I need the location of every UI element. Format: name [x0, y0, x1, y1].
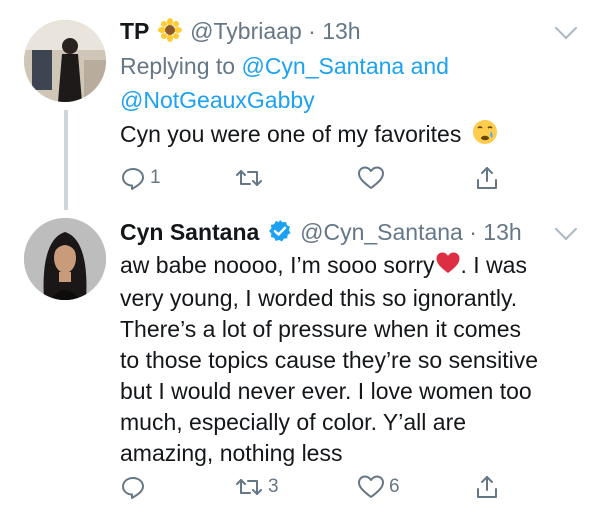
text-line: to those topics cause they’re so sensiti… — [120, 346, 539, 373]
retweet-icon — [234, 165, 264, 191]
retweet-icon — [234, 474, 264, 500]
tweet-tp[interactable]: TP @Tybriaap · 13h Replying to @Cyn_Sant… — [0, 0, 595, 210]
like-button[interactable]: 6 — [357, 472, 400, 502]
reply-icon — [120, 165, 146, 191]
tweet-header: Cyn Santana @Cyn_Santana · 13h — [120, 219, 522, 249]
display-name[interactable]: TP — [120, 18, 149, 44]
timestamp[interactable]: · 13h — [308, 18, 360, 44]
retweet-button[interactable] — [234, 163, 268, 193]
text-line: but I would never ever. I love women too — [120, 377, 532, 404]
tweet-header: TP @Tybriaap · 13h — [120, 18, 361, 48]
replying-to-label: Replying to — [120, 53, 236, 79]
text-line: aw babe noooo, I’m sooo sorry. I was — [120, 250, 538, 283]
like-button[interactable] — [357, 163, 389, 193]
text-line: There’s a lot of pressure when it comes — [120, 315, 521, 342]
tweet-text-content: Cyn you were one of my favorites — [120, 121, 462, 148]
share-icon — [474, 474, 500, 500]
mention-link[interactable]: @Cyn_Santana — [241, 53, 404, 79]
reply-icon — [120, 474, 146, 500]
share-icon — [474, 165, 500, 191]
avatar-tp[interactable] — [24, 20, 106, 102]
tweet-cyn-santana[interactable]: Cyn Santana @Cyn_Santana · 13h aw babe n… — [0, 205, 595, 514]
reply-button[interactable] — [120, 472, 150, 502]
mention-link[interactable]: @NotGeauxGabby — [120, 87, 315, 113]
text-line: very young, I worded this so ignorantly. — [120, 284, 518, 311]
tweet-text: Cyn you were one of my favorites — [120, 119, 498, 153]
chevron-down-icon[interactable] — [554, 16, 578, 40]
display-name[interactable]: Cyn Santana — [120, 219, 259, 245]
crying-emoji — [472, 119, 498, 153]
share-button[interactable] — [474, 163, 500, 193]
replying-and: and — [410, 53, 449, 79]
user-handle[interactable]: @Tybriaap — [190, 18, 302, 44]
thread-connector-line — [64, 110, 68, 210]
text-line: amazing, nothing less — [120, 439, 343, 466]
like-count: 6 — [389, 476, 400, 497]
red-heart-emoji — [435, 251, 461, 283]
reply-button[interactable]: 1 — [120, 163, 161, 193]
reply-count: 1 — [150, 167, 161, 188]
sunflower-emoji — [157, 18, 182, 48]
tweet-actions: 3 6 — [120, 472, 520, 502]
text-line: much, especially of color. Y’all are — [120, 408, 467, 435]
avatar-cyn-santana[interactable] — [24, 218, 106, 300]
share-button[interactable] — [474, 472, 500, 502]
timestamp[interactable]: · 13h — [469, 219, 521, 245]
user-handle[interactable]: @Cyn_Santana — [300, 219, 463, 245]
replying-to: Replying to @Cyn_Santana and @NotGeauxGa… — [120, 49, 449, 117]
chevron-down-icon[interactable] — [554, 217, 578, 241]
retweet-button[interactable]: 3 — [234, 472, 279, 502]
retweet-count: 3 — [268, 476, 279, 497]
verified-badge-icon — [268, 219, 292, 249]
tweet-actions: 1 — [120, 163, 520, 193]
like-icon — [357, 474, 385, 500]
tweet-text: aw babe noooo, I’m sooo sorry. I was ver… — [120, 250, 538, 469]
like-icon — [357, 165, 385, 191]
